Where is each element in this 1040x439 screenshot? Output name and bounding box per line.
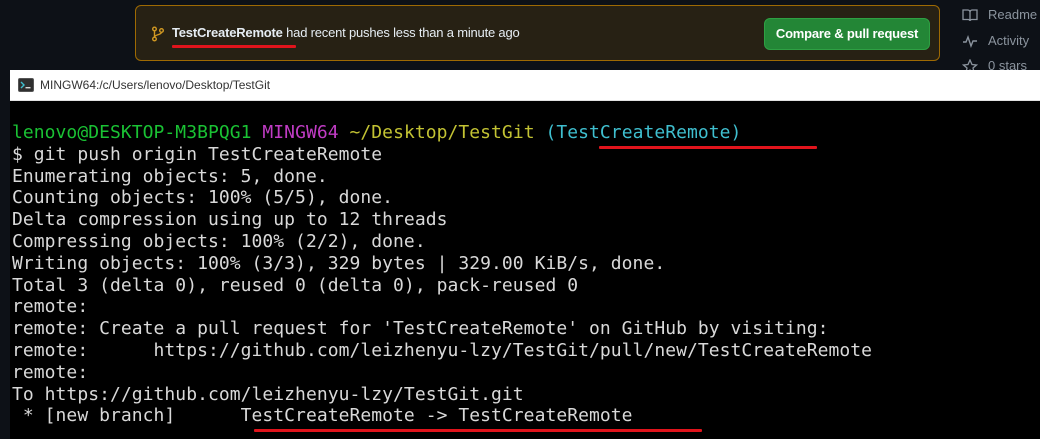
push-banner-message: TestCreateRemote had recent pushes less …: [172, 25, 520, 40]
output-line: Total 3 (delta 0), reused 0 (delta 0), p…: [12, 274, 579, 296]
output-line: Writing objects: 100% (3/3), 329 bytes |…: [12, 252, 666, 274]
book-icon: [962, 9, 978, 22]
annotation-underline-branch: [172, 45, 296, 48]
output-line: remote:: [12, 296, 89, 318]
prompt-line: lenovo@DESKTOP-M3BPQG1 MINGW64 ~/Desktop…: [12, 122, 1038, 144]
command-line: $ git push origin TestCreateRemote: [12, 143, 383, 165]
repo-about-sidebar: Readme Activity 0 stars: [960, 0, 1040, 73]
git-branch-icon: [152, 26, 164, 42]
terminal-title: MINGW64:/c/Users/lenovo/Desktop/TestGit: [40, 78, 271, 92]
output-line: remote:: [12, 361, 89, 383]
output-line: Compressing objects: 100% (2/2), done.: [12, 230, 426, 252]
output-line: Delta compression using up to 12 threads: [12, 209, 448, 231]
annotation-underline-prompt-branch: [599, 146, 817, 149]
new-branch-prefix: * [new branch]: [12, 405, 241, 427]
new-branch-line: * [new branch] TestCreateRemote -> TestC…: [12, 405, 1038, 427]
recent-push-banner: TestCreateRemote had recent pushes less …: [135, 5, 940, 61]
github-page-header: TestCreateRemote had recent pushes less …: [0, 0, 1040, 73]
prompt-branch: (TestCreateRemote): [545, 122, 742, 143]
branch-mapping: TestCreateRemote -> TestCreateRemote: [240, 405, 633, 427]
output-line: remote: Create a pull request for 'TestC…: [12, 318, 829, 340]
prompt-user-host: lenovo@DESKTOP-M3BPQG1: [12, 122, 252, 143]
push-banner-suffix: had recent pushes less than a minute ago: [282, 25, 520, 40]
readme-label: Readme: [988, 7, 1038, 22]
output-line: To https://github.com/leizhenyu-lzy/Test…: [12, 383, 524, 405]
compare-pull-request-button[interactable]: Compare & pull request: [764, 18, 930, 50]
terminal-output[interactable]: lenovo@DESKTOP-M3BPQG1 MINGW64 ~/Desktop…: [12, 122, 1038, 427]
prompt-system: MINGW64: [262, 122, 339, 143]
annotation-underline-branch-mapping: [254, 429, 702, 432]
output-line: Enumerating objects: 5, done.: [12, 165, 328, 187]
pulse-icon: [963, 34, 977, 48]
git-bash-terminal-window[interactable]: MINGW64:/c/Users/lenovo/Desktop/TestGit …: [10, 70, 1040, 439]
prompt-path: ~/Desktop/TestGit: [349, 122, 535, 143]
mintty-icon: [18, 78, 34, 92]
output-line: remote: https://github.com/leizhenyu-lzy…: [12, 339, 873, 361]
pushed-branch-name[interactable]: TestCreateRemote: [172, 25, 283, 40]
terminal-titlebar[interactable]: MINGW64:/c/Users/lenovo/Desktop/TestGit: [10, 70, 1040, 101]
output-line: Counting objects: 100% (5/5), done.: [12, 187, 394, 209]
activity-label: Activity: [988, 33, 1030, 48]
